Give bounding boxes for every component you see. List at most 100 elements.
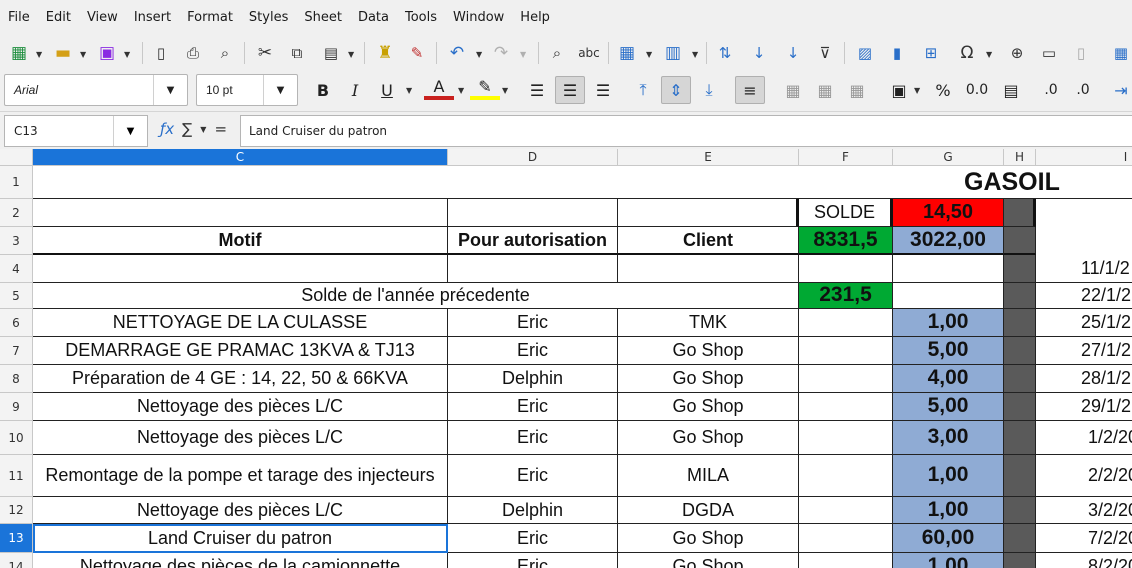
menu-file[interactable]: File — [0, 0, 38, 36]
sort-ascending-icon[interactable]: ↓ — [746, 40, 772, 66]
cell-motif[interactable]: Land Cruiser du patron — [33, 524, 448, 553]
define-print-area-icon[interactable]: ▦ — [1108, 40, 1132, 66]
menu-view[interactable]: View — [79, 0, 126, 36]
undo-dropdown-icon[interactable]: ▼ — [476, 50, 482, 59]
cell-h[interactable] — [1004, 337, 1036, 365]
cell-motif[interactable]: Nettoyage des pièces L/C — [33, 421, 448, 455]
cell-f4[interactable] — [799, 255, 893, 283]
column-header-i[interactable]: I — [1036, 149, 1132, 166]
underline-dropdown-icon[interactable]: ▼ — [406, 86, 412, 95]
cell-f[interactable] — [799, 553, 893, 568]
row-header[interactable]: 1 — [0, 166, 33, 199]
cell-f3[interactable]: 8331,5 — [799, 227, 893, 255]
align-middle-icon[interactable]: ⇕ — [661, 76, 691, 104]
cell-client[interactable]: Go Shop — [618, 553, 799, 568]
cell-h[interactable] — [1004, 524, 1036, 553]
row-header[interactable]: 7 — [0, 337, 33, 365]
menu-styles[interactable]: Styles — [241, 0, 296, 36]
font-size-dropdown-icon[interactable]: ▼ — [263, 75, 297, 105]
cell-client[interactable]: Go Shop — [618, 524, 799, 553]
cell-motif[interactable]: DEMARRAGE GE PRAMAC 13KVA & TJ13 — [33, 337, 448, 365]
cell-g[interactable]: 5,00 — [893, 337, 1004, 365]
cell-client[interactable]: Go Shop — [618, 393, 799, 421]
name-box[interactable]: C13 ▼ — [4, 115, 148, 147]
row-header[interactable]: 9 — [0, 393, 33, 421]
cell-f5[interactable]: 231,5 — [799, 283, 893, 309]
cell-g[interactable]: 3,00 — [893, 421, 1004, 455]
open-dropdown-icon[interactable]: ▼ — [80, 50, 86, 59]
header-footer-icon[interactable]: ▯ — [1068, 40, 1094, 66]
print-preview-icon[interactable]: ⌕ — [212, 40, 238, 66]
cell-g[interactable]: 1,00 — [893, 553, 1004, 568]
save-dropdown-icon[interactable]: ▼ — [124, 50, 130, 59]
sum-dropdown-icon[interactable]: ▼ — [200, 125, 206, 138]
open-folder-icon[interactable]: ▬ — [50, 40, 76, 66]
cell-date[interactable]: 27/1/2 — [1036, 337, 1132, 365]
row-header[interactable]: 2 — [0, 199, 33, 227]
column-dropdown-icon[interactable]: ▼ — [692, 50, 698, 59]
number-format-currency-icon[interactable]: ▣ — [884, 76, 914, 104]
highlight-color-icon[interactable]: ✎ — [470, 76, 500, 100]
menu-window[interactable]: Window — [445, 0, 512, 36]
cell-date[interactable]: 3/2/20 — [1036, 497, 1132, 524]
clear-formatting-icon[interactable]: ✎ — [404, 40, 430, 66]
align-right-icon[interactable]: ☰ — [588, 76, 618, 104]
solde-label-cell[interactable]: SOLDE — [799, 199, 893, 227]
merge-center-icon[interactable]: ▦ — [778, 76, 808, 104]
cell-client[interactable]: Go Shop — [618, 421, 799, 455]
number-format-icon[interactable]: 0.0 — [962, 76, 992, 104]
cell-f[interactable] — [799, 421, 893, 455]
row-header[interactable]: 3 — [0, 227, 33, 255]
cell-f[interactable] — [799, 365, 893, 393]
spelling-icon[interactable]: abc — [576, 40, 602, 66]
cell-client[interactable]: MILA — [618, 455, 799, 497]
align-center-icon[interactable]: ☰ — [555, 76, 585, 104]
cell-motif[interactable]: NETTOYAGE DE LA CULASSE — [33, 309, 448, 337]
clone-formatting-icon[interactable]: ♜ — [372, 40, 398, 66]
percent-icon[interactable]: % — [928, 76, 958, 104]
print-icon[interactable]: ⎙ — [180, 40, 206, 66]
cell-autorisation[interactable]: Eric — [448, 524, 618, 553]
bold-icon[interactable]: B — [308, 76, 338, 104]
font-size-box[interactable]: 10 pt ▼ — [196, 74, 298, 106]
cell-g[interactable]: 1,00 — [893, 309, 1004, 337]
pivot-table-icon[interactable]: ⊞ — [918, 40, 944, 66]
cell-h[interactable] — [1004, 497, 1036, 524]
column-header-c[interactable]: C — [33, 149, 448, 166]
cell-f[interactable] — [799, 309, 893, 337]
align-top-icon[interactable]: ⤒ — [628, 76, 658, 104]
font-name-box[interactable]: Arial ▼ — [4, 74, 188, 106]
column-icon[interactable]: ▥ — [660, 40, 686, 66]
cell-h[interactable] — [1004, 309, 1036, 337]
cell-motif[interactable]: Nettoyage des pièces L/C — [33, 497, 448, 524]
cell-client[interactable]: DGDA — [618, 497, 799, 524]
column-header-g[interactable]: G — [893, 149, 1004, 166]
solde-value-cell[interactable]: 14,50 — [893, 199, 1004, 227]
cell-h[interactable] — [1004, 393, 1036, 421]
delete-decimal-icon[interactable]: .0 — [1068, 76, 1098, 104]
unmerge-cells-icon[interactable]: ▦ — [842, 76, 872, 104]
align-left-icon[interactable]: ☰ — [522, 76, 552, 104]
cell-motif[interactable]: Préparation de 4 GE : 14, 22, 50 & 66KVA — [33, 365, 448, 393]
new-dropdown-icon[interactable]: ▼ — [36, 50, 42, 59]
row-header[interactable]: 14 — [0, 553, 33, 568]
save-icon[interactable]: ▣ — [94, 40, 120, 66]
merge-cells-icon[interactable]: ▦ — [810, 76, 840, 104]
cell-motif[interactable]: Remontage de la pompe et tarage des inje… — [33, 455, 448, 497]
cell-c4[interactable] — [33, 255, 448, 283]
cell-f[interactable] — [799, 497, 893, 524]
previous-year-balance-cell[interactable]: Solde de l'année précedente — [33, 283, 799, 309]
wrap-text-icon[interactable]: ≡ — [735, 76, 765, 104]
highlight-dropdown-icon[interactable]: ▼ — [502, 86, 508, 95]
cell-e2[interactable] — [618, 199, 799, 227]
increase-indent-icon[interactable]: ⇥ — [1106, 76, 1132, 104]
cell-g5[interactable] — [893, 283, 1004, 309]
row-header[interactable]: 5 — [0, 283, 33, 309]
menu-help[interactable]: Help — [512, 0, 558, 36]
cell-autorisation[interactable]: Eric — [448, 455, 618, 497]
sort-icon[interactable]: ⇅ — [712, 40, 738, 66]
row-header[interactable]: 10 — [0, 421, 33, 455]
underline-icon[interactable]: U — [372, 76, 402, 104]
menu-data[interactable]: Data — [350, 0, 397, 36]
header-client-cell[interactable]: Client — [618, 227, 799, 255]
